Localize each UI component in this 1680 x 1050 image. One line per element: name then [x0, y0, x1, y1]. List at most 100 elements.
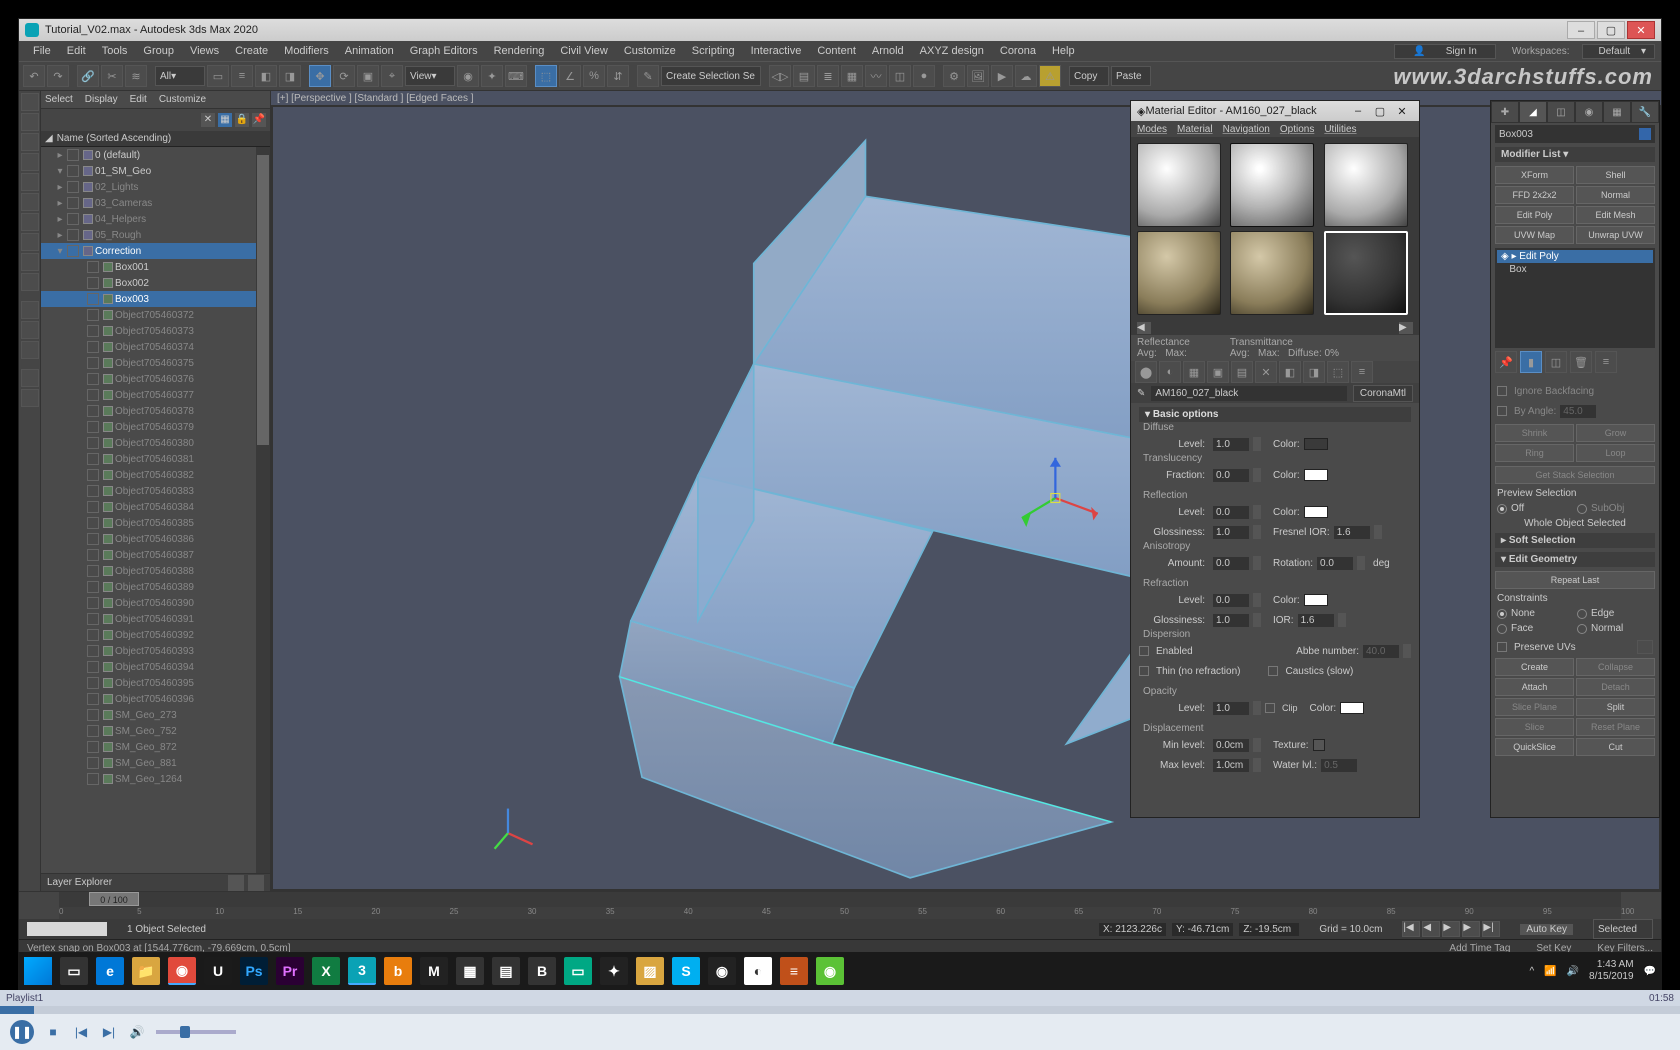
- align-icon[interactable]: ▤: [793, 65, 815, 87]
- tab-create[interactable]: ✚: [1491, 101, 1519, 123]
- modifier-stack[interactable]: ◈ ▸ Edit Poly Box: [1495, 248, 1655, 348]
- object-row[interactable]: SM_Geo_881: [41, 755, 270, 771]
- preserve-uv-check[interactable]: [1497, 642, 1507, 652]
- app-icon-3[interactable]: ▭: [564, 957, 592, 985]
- media-volume-icon[interactable]: 🔊: [128, 1023, 146, 1041]
- layer-row[interactable]: ▾01_SM_Geo: [41, 163, 270, 179]
- object-row[interactable]: Object705460386: [41, 531, 270, 547]
- mtb-6[interactable]: ✕: [1255, 361, 1277, 383]
- menu-views[interactable]: Views: [182, 45, 227, 57]
- layer-row[interactable]: ▾Correction: [41, 243, 270, 259]
- btn-normal[interactable]: Normal: [1576, 186, 1655, 204]
- menu-content[interactable]: Content: [809, 45, 864, 57]
- coord-z[interactable]: Z: -19.5cm: [1239, 923, 1299, 936]
- mated-menu-material[interactable]: Material: [1177, 124, 1213, 135]
- use-pivot-icon[interactable]: ◉: [457, 65, 479, 87]
- btn-ffd[interactable]: FFD 2x2x2: [1495, 186, 1574, 204]
- undo-icon[interactable]: ↶: [23, 65, 45, 87]
- task-view-icon[interactable]: ▭: [60, 957, 88, 985]
- vtool-5[interactable]: [21, 173, 39, 191]
- stack-pin-icon[interactable]: 📌: [1495, 351, 1517, 373]
- time-slider[interactable]: 0 / 100: [59, 892, 1621, 907]
- explorer-tree[interactable]: ▸0 (default)▾01_SM_Geo▸02_Lights▸03_Came…: [41, 147, 270, 873]
- premiere-icon[interactable]: Pr: [276, 957, 304, 985]
- chrome-icon[interactable]: ◉: [168, 957, 196, 985]
- snap-toggle-icon[interactable]: ⬚: [535, 65, 557, 87]
- sticky-notes-icon[interactable]: ▨: [636, 957, 664, 985]
- explorer-scrollbar[interactable]: [256, 147, 270, 873]
- exmenu-display[interactable]: Display: [85, 94, 118, 105]
- vtool-8[interactable]: [21, 233, 39, 251]
- mated-menu-options[interactable]: Options: [1280, 124, 1314, 135]
- opacity-level-field[interactable]: 1.0: [1213, 702, 1249, 715]
- exmenu-select[interactable]: Select: [45, 94, 73, 105]
- object-row[interactable]: Object705460384: [41, 499, 270, 515]
- prev-frame-icon[interactable]: ◀: [1422, 921, 1440, 937]
- object-row[interactable]: Object705460388: [41, 563, 270, 579]
- object-row[interactable]: Object705460393: [41, 643, 270, 659]
- explorer-lock-icon[interactable]: 🔒: [235, 113, 249, 127]
- 3dsmax-icon[interactable]: 3: [348, 957, 376, 985]
- object-row[interactable]: Object705460374: [41, 339, 270, 355]
- unreal-icon[interactable]: U: [204, 957, 232, 985]
- spinner-snap-icon[interactable]: ⇵: [607, 65, 629, 87]
- object-row[interactable]: Object705460380: [41, 435, 270, 451]
- vtool-11[interactable]: [21, 301, 39, 319]
- app-icon-4[interactable]: ✦: [600, 957, 628, 985]
- preview-off-radio[interactable]: [1497, 504, 1507, 514]
- mod-box[interactable]: Box: [1497, 263, 1653, 276]
- select-scale-icon[interactable]: ▣: [357, 65, 379, 87]
- mtb-1[interactable]: ⬤: [1135, 361, 1157, 383]
- menu-modifiers[interactable]: Modifiers: [276, 45, 337, 57]
- tray-notifications-icon[interactable]: 💬: [1644, 966, 1656, 977]
- menu-customize[interactable]: Customize: [616, 45, 684, 57]
- coord-x[interactable]: X: 2123.226c: [1099, 923, 1166, 936]
- abbe-field[interactable]: 40.0: [1363, 645, 1399, 658]
- material-sample-6[interactable]: [1324, 231, 1408, 315]
- rollup-edit-geometry[interactable]: ▾ Edit Geometry: [1495, 552, 1655, 567]
- named-selection-dropdown[interactable]: Create Selection Se: [661, 66, 761, 86]
- ignore-backfacing-check[interactable]: [1497, 386, 1507, 396]
- close-button[interactable]: ✕: [1627, 21, 1655, 39]
- menu-create[interactable]: Create: [227, 45, 276, 57]
- diffuse-color-swatch[interactable]: [1304, 438, 1328, 450]
- file-explorer-icon[interactable]: 📁: [132, 957, 160, 985]
- tab-utilities[interactable]: 🔧: [1631, 101, 1659, 123]
- select-by-name-icon[interactable]: ≡: [231, 65, 253, 87]
- mated-maximize[interactable]: ▢: [1369, 105, 1391, 118]
- refr-gloss-spinner[interactable]: [1253, 613, 1261, 627]
- btn-collapse[interactable]: Collapse: [1576, 658, 1655, 676]
- btn-shell[interactable]: Shell: [1576, 166, 1655, 184]
- refl-gloss-field[interactable]: 1.0: [1213, 526, 1249, 539]
- explorer-close-icon[interactable]: ✕: [201, 113, 215, 127]
- menu-grapheditors[interactable]: Graph Editors: [402, 45, 486, 57]
- paste-button[interactable]: Paste: [1111, 66, 1151, 86]
- btn-editpoly[interactable]: Edit Poly: [1495, 206, 1574, 224]
- by-angle-field[interactable]: 45.0: [1560, 405, 1596, 418]
- menu-file[interactable]: File: [25, 45, 59, 57]
- layer-row[interactable]: ▸0 (default): [41, 147, 270, 163]
- system-clock[interactable]: 1:43 AM8/15/2019: [1589, 959, 1634, 983]
- object-row[interactable]: Object705460376: [41, 371, 270, 387]
- diffuse-level-field[interactable]: 1.0: [1213, 438, 1249, 451]
- object-name-field[interactable]: Box003: [1495, 125, 1655, 143]
- tab-hierarchy[interactable]: ◫: [1547, 101, 1575, 123]
- ref-coord-dropdown[interactable]: View ▾: [405, 66, 455, 86]
- transl-fraction-spinner[interactable]: [1253, 468, 1261, 482]
- mirror-icon[interactable]: ◁▷: [769, 65, 791, 87]
- object-row[interactable]: Object705460387: [41, 547, 270, 563]
- maximize-button[interactable]: ▢: [1597, 21, 1625, 39]
- refl-level-spinner[interactable]: [1253, 505, 1261, 519]
- warning-icon[interactable]: ⚠: [1039, 65, 1061, 87]
- refr-level-spinner[interactable]: [1253, 593, 1261, 607]
- photoshop-icon[interactable]: Ps: [240, 957, 268, 985]
- media-prev-button[interactable]: |◀: [72, 1023, 90, 1041]
- vtool-3[interactable]: [21, 133, 39, 151]
- render-setup-icon[interactable]: ⚙: [943, 65, 965, 87]
- select-object-icon[interactable]: ▭: [207, 65, 229, 87]
- menu-corona[interactable]: Corona: [992, 45, 1044, 57]
- keymode-dropdown[interactable]: Selected: [1593, 919, 1653, 939]
- app-icon-6[interactable]: ≡: [780, 957, 808, 985]
- rollup-basic[interactable]: ▾ Basic options: [1139, 407, 1411, 422]
- menu-tools[interactable]: Tools: [94, 45, 136, 57]
